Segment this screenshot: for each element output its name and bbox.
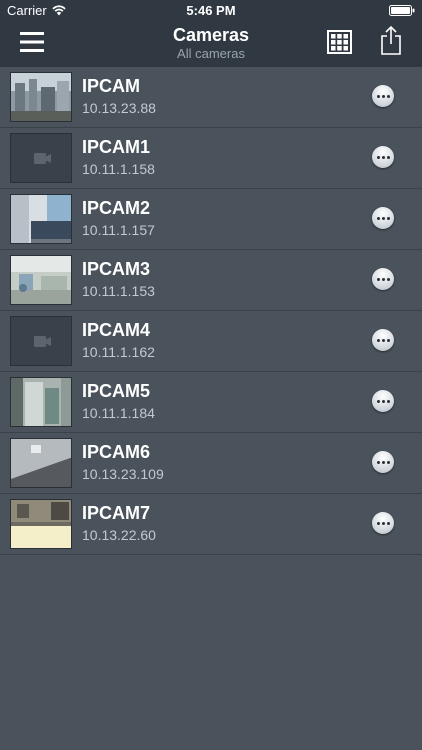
- camera-name: IPCAM4: [82, 320, 151, 340]
- camera-row[interactable]: IPCAM2 10.11.1.157: [0, 189, 422, 250]
- camera-thumbnail: [10, 194, 72, 244]
- camera-thumbnail: [10, 438, 72, 488]
- camera-thumbnail: [10, 499, 72, 549]
- camera-row[interactable]: IPCAM7 10.13.22.60: [0, 494, 422, 555]
- grid-view-icon[interactable]: [327, 30, 352, 54]
- camera-name: IPCAM6: [82, 442, 151, 462]
- more-options-icon[interactable]: [372, 146, 394, 168]
- status-bar: Carrier 5:46 PM: [0, 0, 422, 22]
- camera-row[interactable]: IPCAM5 10.11.1.184: [0, 372, 422, 433]
- camera-thumbnail: [10, 316, 72, 366]
- camera-name: IPCAM3: [82, 259, 151, 279]
- navigation-bar: Cameras All cameras: [0, 22, 422, 67]
- camera-ip: 10.13.23.109: [82, 466, 164, 482]
- camera-ip: 10.11.1.162: [82, 344, 155, 360]
- more-options-icon[interactable]: [372, 451, 394, 473]
- camera-row[interactable]: IPCAM1 10.11.1.158: [0, 128, 422, 189]
- camera-name: IPCAM: [82, 76, 140, 96]
- camera-name: IPCAM1: [82, 137, 151, 157]
- page-subtitle: All cameras: [177, 46, 245, 61]
- battery-icon: [389, 5, 415, 16]
- camera-ip: 10.13.22.60: [82, 527, 156, 543]
- camera-thumbnail: [10, 377, 72, 427]
- more-options-icon[interactable]: [372, 512, 394, 534]
- camera-ip: 10.13.23.88: [82, 100, 156, 116]
- more-options-icon[interactable]: [372, 85, 394, 107]
- camera-thumbnail: [10, 255, 72, 305]
- more-options-icon[interactable]: [372, 268, 394, 290]
- camera-row[interactable]: IPCAM4 10.11.1.162: [0, 311, 422, 372]
- camera-row[interactable]: IPCAM3 10.11.1.153: [0, 250, 422, 311]
- camera-row[interactable]: IPCAM 10.13.23.88: [0, 67, 422, 128]
- share-icon[interactable]: [380, 25, 402, 55]
- camera-ip: 10.11.1.153: [82, 283, 155, 299]
- camera-name: IPCAM2: [82, 198, 151, 218]
- camera-ip: 10.11.1.158: [82, 161, 155, 177]
- camera-ip: 10.11.1.157: [82, 222, 155, 238]
- camera-thumbnail: [10, 133, 72, 183]
- top-bar: Carrier 5:46 PM Cameras All cameras: [0, 0, 422, 67]
- nav-title: Cameras All cameras: [0, 24, 422, 62]
- camera-row[interactable]: IPCAM6 10.13.23.109: [0, 433, 422, 494]
- camera-name: IPCAM5: [82, 381, 151, 401]
- status-time: 5:46 PM: [186, 3, 236, 18]
- camera-list: IPCAM 10.13.23.88 IPCAM1 10.11.1.158 IPC…: [0, 67, 422, 555]
- more-options-icon[interactable]: [372, 390, 394, 412]
- more-options-icon[interactable]: [372, 207, 394, 229]
- camera-ip: 10.11.1.184: [82, 405, 155, 421]
- page-title: Cameras: [172, 25, 250, 45]
- camera-thumbnail: [10, 72, 72, 122]
- camera-name: IPCAM7: [82, 503, 151, 523]
- more-options-icon[interactable]: [372, 329, 394, 351]
